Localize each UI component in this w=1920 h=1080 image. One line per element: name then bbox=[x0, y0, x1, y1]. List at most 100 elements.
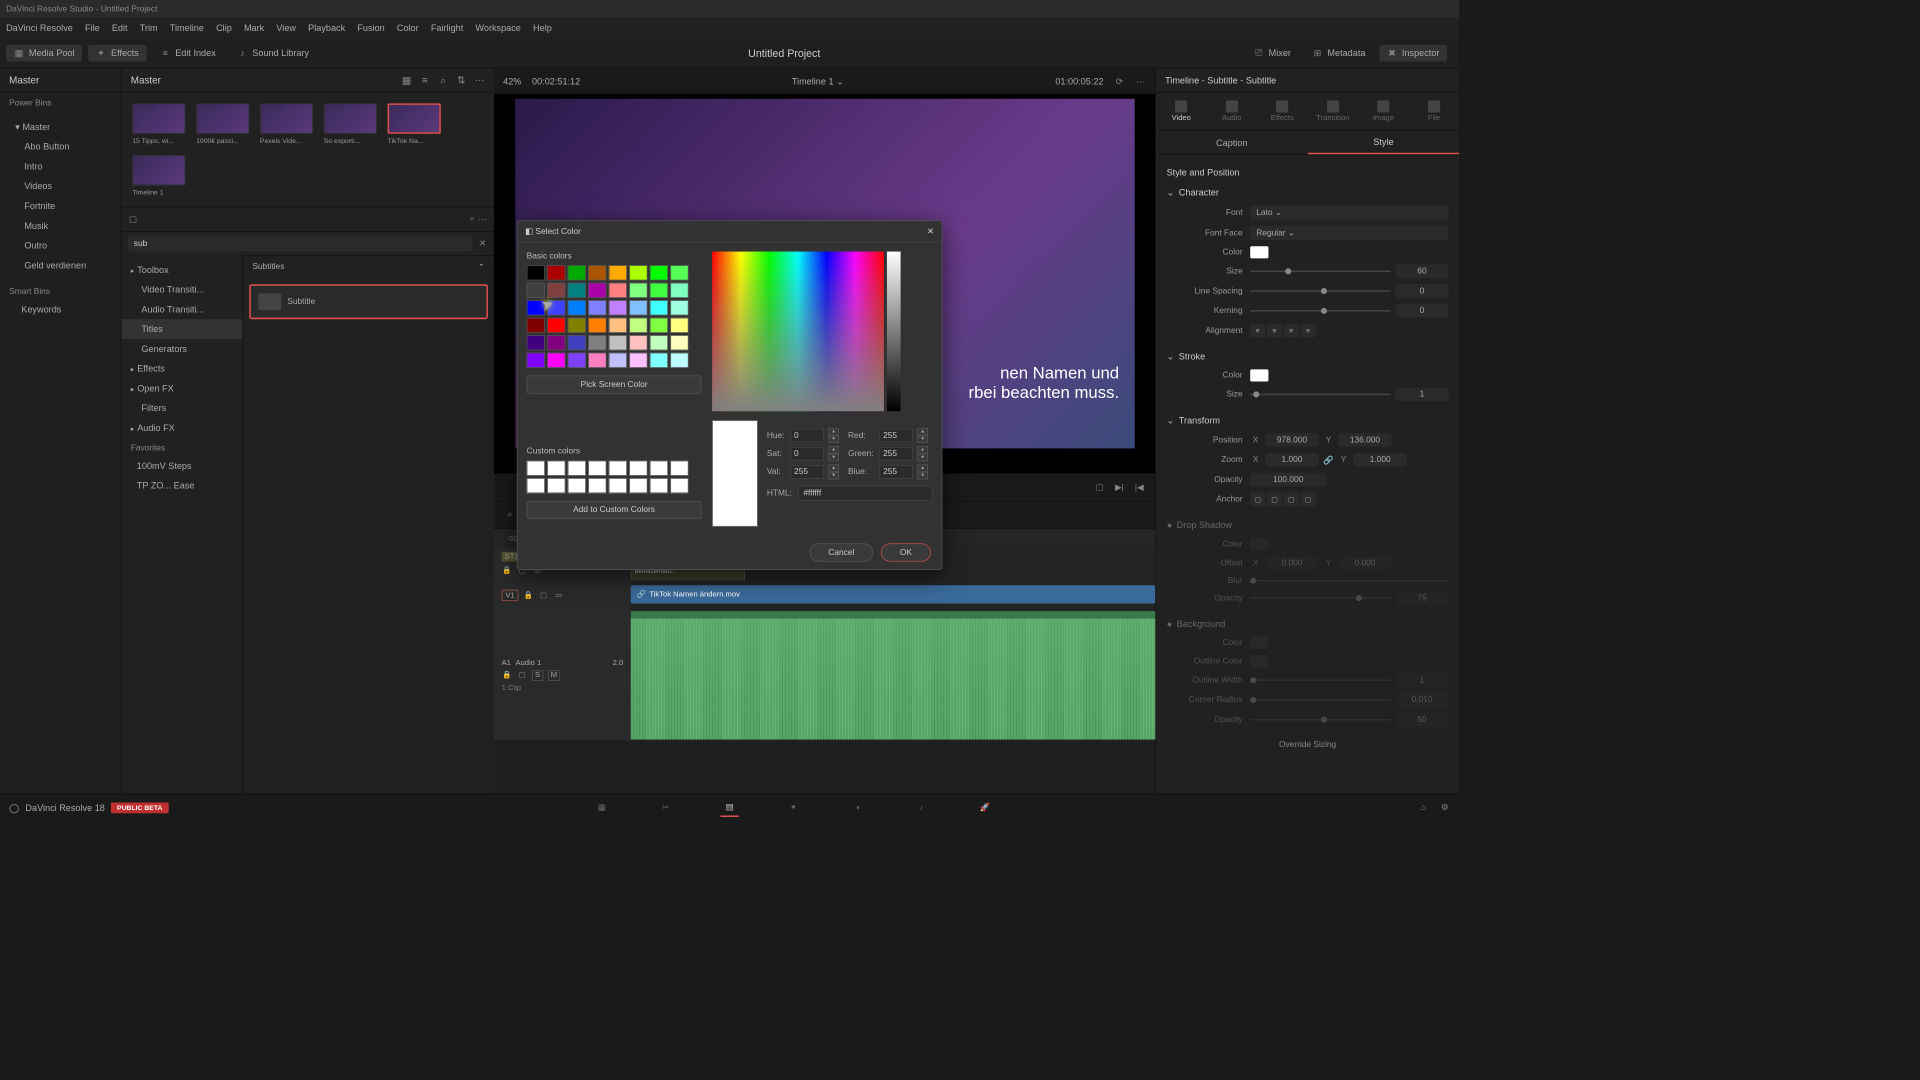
color-swatch[interactable] bbox=[609, 283, 627, 298]
bin-fortnite[interactable]: Fortnite bbox=[3, 196, 118, 216]
color-swatch[interactable] bbox=[568, 318, 586, 333]
color-swatch[interactable] bbox=[568, 283, 586, 298]
character-header[interactable]: ⌄ Character bbox=[1167, 182, 1449, 202]
tab-audio[interactable]: Audio bbox=[1207, 93, 1258, 130]
custom-color-swatch[interactable] bbox=[527, 461, 545, 476]
custom-color-swatch[interactable] bbox=[609, 478, 627, 493]
color-swatch[interactable] bbox=[670, 335, 688, 350]
menu-fairlight[interactable]: Fairlight bbox=[431, 23, 463, 34]
kerning-input[interactable]: 0 bbox=[1395, 304, 1448, 318]
custom-color-swatch[interactable] bbox=[547, 461, 565, 476]
sync-icon[interactable]: ⟳ bbox=[1114, 76, 1125, 87]
color-swatch[interactable] bbox=[670, 283, 688, 298]
color-swatch[interactable] bbox=[650, 300, 668, 315]
audio-track-header[interactable]: A1Audio 12.0 🔒▢SM 1 Clip bbox=[494, 611, 631, 739]
sound-library-toggle[interactable]: ♪Sound Library bbox=[229, 44, 316, 61]
bg-color-swatch[interactable] bbox=[1250, 637, 1268, 649]
tool-icon[interactable]: ⌕ bbox=[505, 510, 516, 521]
green-down[interactable]: ▾ bbox=[917, 454, 928, 462]
color-gradient[interactable] bbox=[712, 252, 884, 412]
red-input[interactable] bbox=[879, 429, 912, 443]
clear-icon[interactable]: ✕ bbox=[477, 238, 488, 249]
clip-item[interactable]: Timeline 1 bbox=[132, 155, 185, 196]
fx-effects[interactable]: Effects bbox=[122, 359, 243, 379]
metadata-toggle[interactable]: ⊞Metadata bbox=[1305, 44, 1373, 61]
clip-item[interactable]: TikTok Na... bbox=[388, 103, 441, 144]
fx-audiofx[interactable]: Audio FX bbox=[122, 418, 243, 438]
play-next-icon[interactable]: |◀ bbox=[1134, 482, 1145, 493]
green-up[interactable]: ▴ bbox=[917, 446, 928, 454]
lock-icon[interactable]: 🔒 bbox=[523, 590, 534, 601]
grid-view-icon[interactable]: ▦ bbox=[401, 75, 412, 86]
custom-color-swatch[interactable] bbox=[568, 461, 586, 476]
linespacing-input[interactable]: 0 bbox=[1395, 284, 1448, 298]
bg-outline-swatch[interactable] bbox=[1250, 655, 1268, 667]
hue-up[interactable]: ▴ bbox=[828, 428, 839, 436]
override-sizing[interactable]: Override Sizing bbox=[1167, 736, 1449, 754]
blue-down[interactable]: ▾ bbox=[917, 472, 928, 480]
fx-titles[interactable]: Titles bbox=[122, 319, 243, 339]
ds-color-swatch[interactable] bbox=[1250, 538, 1268, 550]
fx-filters[interactable]: Filters bbox=[122, 398, 243, 418]
color-swatch[interactable] bbox=[568, 265, 586, 280]
media-pool-toggle[interactable]: ▦Media Pool bbox=[6, 44, 82, 61]
kerning-slider[interactable] bbox=[1250, 310, 1391, 312]
subtab-style[interactable]: Style bbox=[1308, 131, 1460, 155]
menu-view[interactable]: View bbox=[276, 23, 296, 34]
val-input[interactable] bbox=[790, 465, 823, 479]
zoom-x-input[interactable]: 1.000 bbox=[1265, 453, 1318, 467]
color-swatch[interactable] bbox=[547, 335, 565, 350]
align-right[interactable]: ≡ bbox=[1284, 324, 1299, 338]
more-icon[interactable]: ⋯ bbox=[477, 214, 488, 225]
color-swatch[interactable] bbox=[588, 283, 606, 298]
custom-color-swatch[interactable] bbox=[609, 461, 627, 476]
clip-item[interactable]: So exporti... bbox=[324, 103, 377, 144]
menu-color[interactable]: Color bbox=[397, 23, 419, 34]
fx-toolbox[interactable]: Toolbox bbox=[122, 260, 243, 280]
color-swatch[interactable] bbox=[629, 353, 647, 368]
menu-edit[interactable]: Edit bbox=[112, 23, 128, 34]
bin-videos[interactable]: Videos bbox=[3, 176, 118, 196]
ds-blur-slider[interactable] bbox=[1250, 580, 1448, 582]
sat-up[interactable]: ▴ bbox=[828, 446, 839, 454]
lock-icon[interactable]: 🔒 bbox=[502, 670, 513, 681]
color-swatch[interactable] bbox=[588, 335, 606, 350]
fav-tpzo[interactable]: TP ZO... Ease bbox=[122, 476, 243, 496]
solo-button[interactable]: S bbox=[532, 670, 543, 681]
edit-index-toggle[interactable]: ≡Edit Index bbox=[152, 44, 223, 61]
opacity-input[interactable]: 100.000 bbox=[1250, 473, 1326, 487]
custom-color-swatch[interactable] bbox=[547, 478, 565, 493]
fx-generators[interactable]: Generators bbox=[122, 339, 243, 359]
anchor-btn[interactable]: ▢ bbox=[1284, 492, 1299, 506]
custom-color-swatch[interactable] bbox=[670, 478, 688, 493]
bin-outro[interactable]: Outro bbox=[3, 236, 118, 256]
color-swatch[interactable] bbox=[650, 265, 668, 280]
custom-color-swatch[interactable] bbox=[588, 461, 606, 476]
green-input[interactable] bbox=[879, 447, 912, 461]
bg-cr-slider[interactable] bbox=[1250, 699, 1391, 701]
ok-button[interactable]: OK bbox=[881, 543, 931, 561]
fav-100mv[interactable]: 100mV Steps bbox=[122, 456, 243, 476]
bg-cr-input[interactable]: 0.010 bbox=[1395, 693, 1448, 707]
custom-color-swatch[interactable] bbox=[629, 478, 647, 493]
color-swatch[interactable] bbox=[1250, 246, 1268, 258]
color-swatch[interactable] bbox=[670, 353, 688, 368]
crop-icon[interactable]: ▢ bbox=[1094, 482, 1105, 493]
inspector-toggle[interactable]: ✖Inspector bbox=[1379, 44, 1447, 61]
color-swatch[interactable] bbox=[568, 300, 586, 315]
menu-help[interactable]: Help bbox=[533, 23, 552, 34]
stroke-color-swatch[interactable] bbox=[1250, 369, 1268, 381]
size-slider[interactable] bbox=[1250, 271, 1391, 273]
zoom-y-input[interactable]: 1.000 bbox=[1354, 453, 1407, 467]
subtitle-preset[interactable]: Subtitle bbox=[249, 284, 488, 319]
video-track[interactable]: V1🔒▢▭ 🔗TikTok Namen ändern.mov bbox=[494, 581, 1155, 611]
video-track-header[interactable]: V1🔒▢▭ bbox=[494, 581, 631, 611]
size-input[interactable]: 60 bbox=[1395, 264, 1448, 278]
color-swatch[interactable] bbox=[629, 265, 647, 280]
mixer-toggle[interactable]: ⎚Mixer bbox=[1246, 44, 1299, 61]
bg-op-slider[interactable] bbox=[1250, 719, 1391, 721]
ds-opacity-input[interactable]: 75 bbox=[1395, 591, 1448, 605]
custom-color-swatch[interactable] bbox=[670, 461, 688, 476]
search-icon[interactable]: ⌕ bbox=[467, 214, 478, 225]
cancel-button[interactable]: Cancel bbox=[809, 543, 873, 561]
